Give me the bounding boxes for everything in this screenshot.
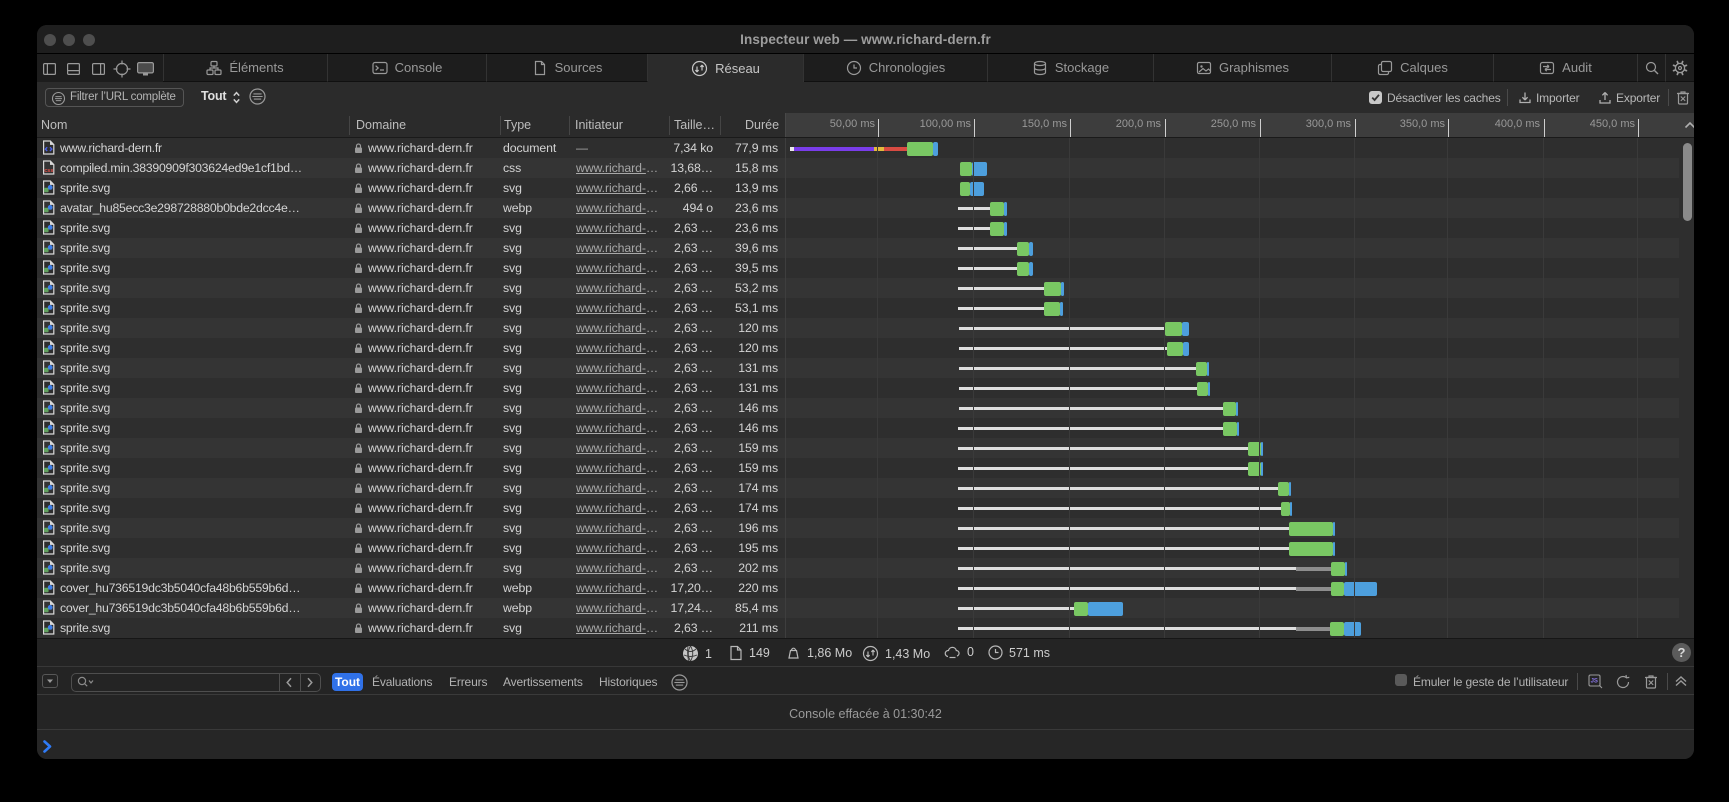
svg-text:JS: JS [1591,679,1598,685]
svg-text:css: css [44,168,53,174]
